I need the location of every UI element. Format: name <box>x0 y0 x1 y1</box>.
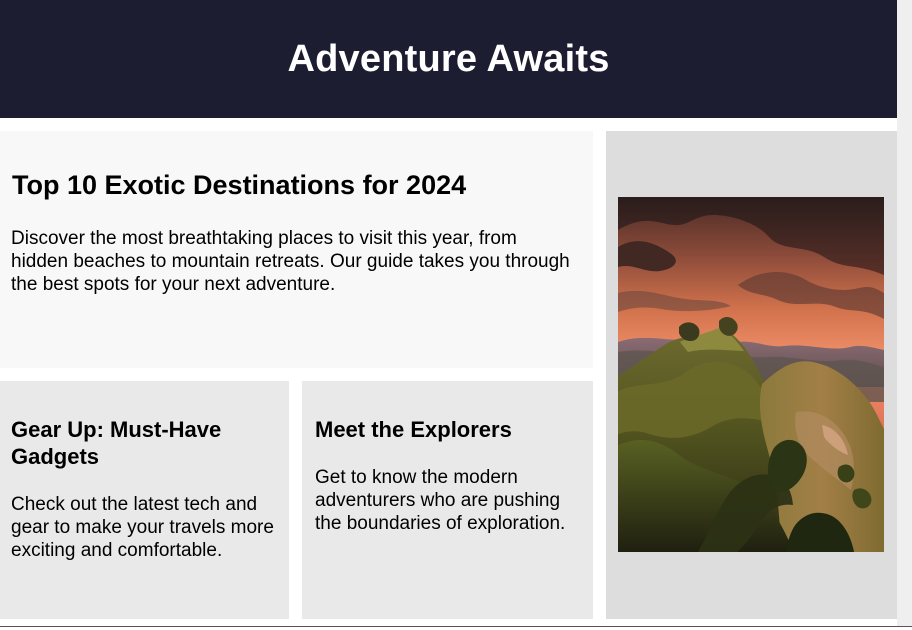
explorers-article-title[interactable]: Meet the Explorers <box>315 416 512 443</box>
site-title: Adventure Awaits <box>287 37 610 80</box>
featured-article-title[interactable]: Top 10 Exotic Destinations for 2024 <box>12 168 466 202</box>
featured-article-description: Discover the most breathtaking places to… <box>11 228 570 295</box>
gear-article-description: Check out the latest tech and gear to ma… <box>11 494 274 561</box>
explorers-article-description: Get to know the modern adventurers who a… <box>315 467 566 534</box>
site-header: Adventure Awaits <box>0 0 897 118</box>
scrollbar-track[interactable] <box>897 0 912 626</box>
gear-article-title[interactable]: Gear Up: Must-Have Gadgets <box>11 416 271 470</box>
mountain-sunset-image <box>618 197 884 552</box>
